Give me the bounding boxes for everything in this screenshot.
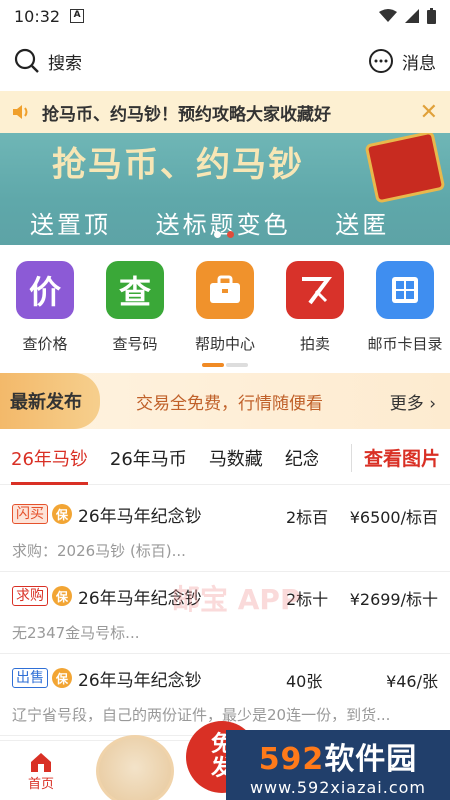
grid-item-help[interactable]: 帮助中心 [180,255,270,355]
grid-item-auction[interactable]: 拍卖 [270,255,360,355]
chevron-right-icon: › [423,393,436,414]
tab-2026-notes[interactable]: 26年马钞 [0,431,99,485]
banner-title: 抢马币、约马钞 [52,145,304,185]
listing-qty: 2标十 [286,590,329,609]
nav-home[interactable]: 首页 [28,751,54,792]
promo-banner[interactable]: 抢马币、约马钞 送置顶 送标题变色 送匿名 [0,133,450,245]
tab-2026-coins[interactable]: 26年马币 [99,431,198,485]
list-item[interactable]: 求购 保 26年马年纪念钞 2标十 ¥2699/标十 无2347金马号标... [0,572,450,654]
grid-item-label: 拍卖 [299,335,330,353]
auction-icon [286,261,344,319]
price-icon: 价 [16,261,74,319]
horse-coin-graphic[interactable] [96,735,174,800]
catalog-icon [376,261,434,319]
for-sale-badge: 出售 [12,668,48,688]
indicator-bar [226,363,248,367]
signal-icon [405,9,419,23]
wanted-badge: 求购 [12,586,48,606]
banner-pager [214,231,234,238]
site-watermark-logo: 592软件园 www.592xiazai.com [226,730,450,800]
message-icon [369,49,393,73]
brand-url: www.592xiazai.com [249,777,427,797]
red-envelope-graphic [364,133,446,204]
listing-desc: 无2347金马号标... [12,624,140,642]
brand-name: 软件园 [324,741,418,777]
tab-horse-digital[interactable]: 马数藏 [198,431,274,485]
category-tabs: 26年马钞 26年马币 马数藏 纪念 查看图片 [0,431,450,485]
search-icon [14,48,39,73]
wifi-icon [379,9,397,22]
close-icon[interactable]: ✕ [420,100,438,125]
nav-home-label: 首页 [28,777,55,792]
grid-item-label: 帮助中心 [194,335,255,353]
message-label: 消息 [402,53,436,74]
messages-button[interactable]: 消息 [368,48,436,74]
listing-list: 闪买 保 26年马年纪念钞 2标百 ¥6500/标百 求购：2026马钞 (标百… [0,490,450,736]
listing-desc: 求购：2026马钞 (标百)... [12,542,186,560]
banner-perks: 送置顶 送标题变色 送匿名 [30,205,450,245]
notification-a-icon: A [70,9,85,23]
more-link[interactable]: 更多 › [390,389,436,414]
grid-item-label: 邮币卡目录 [367,335,443,353]
grid-item-number[interactable]: 查 查号码 [90,255,180,355]
top-bar: 搜索 消息 [0,38,450,84]
grid-item-label: 查价格 [22,335,68,353]
flash-buy-badge: 闪买 [12,504,48,524]
notice-text: 抢马币、约马钞！预约攻略大家收藏好 [42,104,331,125]
status-time: 10:32 [14,6,61,26]
list-item[interactable]: 闪买 保 26年马年纪念钞 2标百 ¥6500/标百 求购：2026马钞 (标百… [0,490,450,572]
listing-price: ¥6500/标百 [349,508,438,527]
grid-item-catalog[interactable]: 邮币卡目录 [360,255,450,355]
listing-price: ¥46/张 [386,672,438,691]
listing-name: 26年马年纪念钞 [78,670,202,691]
listing-qty: 2标百 [286,508,329,527]
grid-item-label: 查号码 [112,335,158,353]
speaker-icon [13,105,28,119]
status-bar: 10:32 A [0,0,450,32]
home-icon [31,753,51,772]
listing-price: ¥2699/标十 [349,590,438,609]
grid-item-price[interactable]: 价 查价格 [0,255,90,355]
guarantee-icon: 保 [52,586,72,606]
battery-icon [427,8,436,24]
listing-name: 26年马年纪念钞 [78,506,202,527]
guarantee-icon: 保 [52,504,72,524]
feature-grid: 价 查价格 查 查号码 帮助中心 拍卖 邮币卡目录 [0,255,450,355]
latest-section: 最新发布 交易全免费，行情随便看 更多 › [0,373,450,429]
listing-name: 26年马年纪念钞 [78,588,202,609]
search-button[interactable]: 搜索 [14,48,82,74]
grid-page-indicator [202,363,248,367]
banner-perk: 送置顶 [30,211,111,239]
pager-dot [214,231,221,238]
briefcase-icon [196,261,254,319]
pager-dot-active [227,231,234,238]
guarantee-icon: 保 [52,668,72,688]
indicator-bar-active [202,363,224,367]
search-label: 搜索 [48,53,82,74]
tab-commemorative[interactable]: 纪念 [274,431,318,485]
notice-bar[interactable]: 抢马币、约马钞！预约攻略大家收藏好 ✕ [0,91,450,133]
view-pictures-button[interactable]: 查看图片 [350,443,450,472]
brand-number: 592 [258,741,325,777]
lookup-icon: 查 [106,261,164,319]
latest-slogan: 交易全免费，行情随便看 [136,393,323,414]
more-label: 更多 [389,393,424,414]
listing-qty: 40张 [286,672,323,691]
latest-tag: 最新发布 [0,373,100,429]
